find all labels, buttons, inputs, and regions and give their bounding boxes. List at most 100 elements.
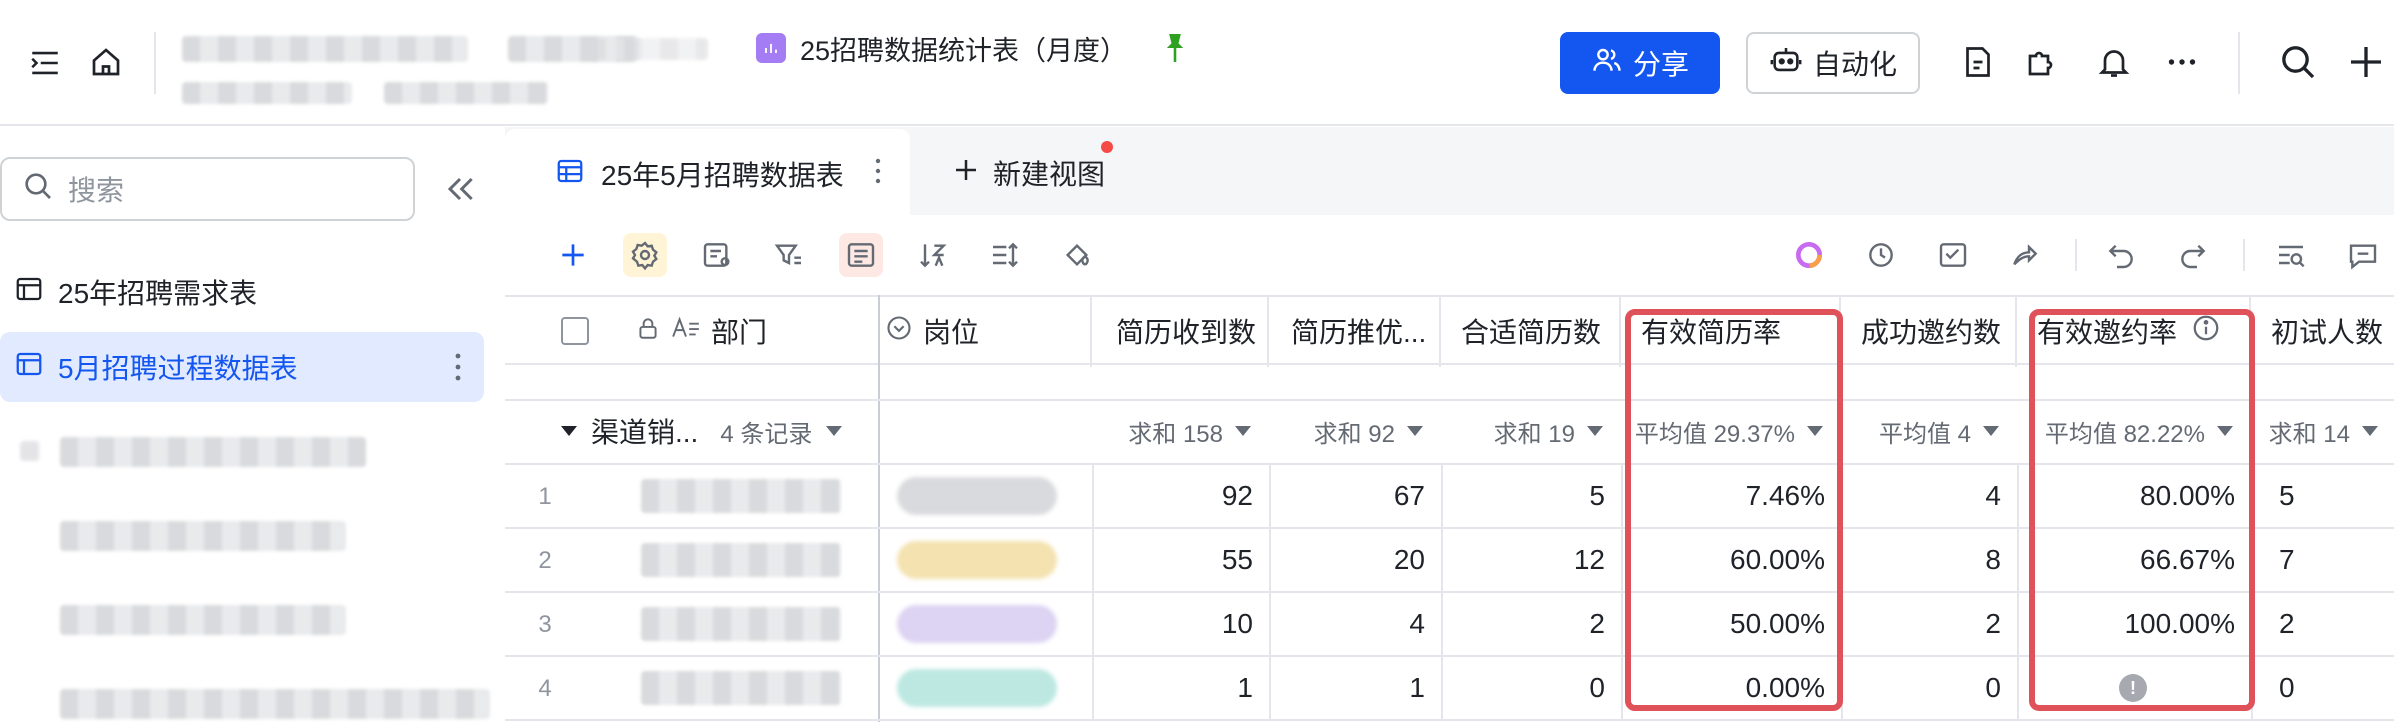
header-position[interactable]: 岗位 bbox=[885, 313, 979, 349]
cell-resume-recommended[interactable]: 4 bbox=[1269, 593, 1439, 657]
cell-value: 92 bbox=[1221, 480, 1253, 511]
plus-icon[interactable] bbox=[2346, 42, 2386, 82]
automation-button[interactable]: 自动化 bbox=[1746, 32, 1920, 94]
summary-valid-resume-rate[interactable]: 平均值 29.37% bbox=[1621, 399, 1839, 463]
cell-valid-resume-rate[interactable]: 7.46% bbox=[1621, 465, 1839, 529]
cell-valid-invite-rate[interactable]: 66.67% bbox=[2017, 529, 2249, 593]
collapse-group-icon[interactable] bbox=[561, 426, 577, 436]
cell-successful-invites[interactable]: 0 bbox=[1841, 657, 2015, 721]
doc-title: 25招聘数据统计表（月度） bbox=[800, 35, 1128, 66]
cell-first-interview[interactable]: 0 bbox=[2251, 657, 2394, 721]
summary-first-interview[interactable]: 求和 14 bbox=[2251, 399, 2394, 463]
file-icon[interactable] bbox=[1960, 44, 1996, 80]
header-valid-resume-rate[interactable]: 有效简历率 bbox=[1637, 313, 1781, 349]
gear-icon[interactable] bbox=[623, 233, 667, 277]
sidebar-item-may-recruit-process[interactable]: 5月招聘过程数据表 bbox=[0, 332, 484, 402]
header-suitable-resume[interactable]: 合适简历数 bbox=[1457, 313, 1601, 349]
cell-resume-recommended[interactable]: 67 bbox=[1269, 465, 1439, 529]
summary-successful-invites[interactable]: 平均值 4 bbox=[1841, 399, 2015, 463]
cell-first-interview[interactable]: 5 bbox=[2251, 465, 2394, 529]
redo-icon[interactable] bbox=[2171, 233, 2215, 277]
add-record-icon[interactable] bbox=[551, 233, 595, 277]
cell-resume-received[interactable]: 10 bbox=[1092, 593, 1267, 657]
group-header[interactable]: 渠道销... 4 条记录 bbox=[561, 399, 843, 463]
warning-icon[interactable]: ! bbox=[2119, 674, 2147, 702]
header-valid-invite-rate[interactable]: 有效邀约率 bbox=[2033, 313, 2221, 349]
doc-title-area[interactable]: 25招聘数据统计表（月度） bbox=[756, 26, 1189, 70]
summary-resume-recommended[interactable]: 求和 92 bbox=[1269, 399, 1439, 463]
share-form-icon[interactable] bbox=[2003, 233, 2047, 277]
search-records-icon[interactable] bbox=[2269, 233, 2313, 277]
cell-valid-invite-rate[interactable]: 100.00% bbox=[2017, 593, 2249, 657]
col-divider bbox=[1619, 295, 1621, 367]
tab-may-recruit-data[interactable]: 25年5月招聘数据表 bbox=[505, 129, 910, 219]
checkbox-list-icon[interactable] bbox=[1931, 233, 1975, 277]
pin-icon[interactable] bbox=[1161, 31, 1189, 65]
row-height-icon[interactable] bbox=[983, 233, 1027, 277]
filter-icon[interactable] bbox=[767, 233, 811, 277]
ai-assistant-icon[interactable] bbox=[1787, 233, 1831, 277]
cell-resume-received[interactable]: 55 bbox=[1092, 529, 1267, 593]
sidebar: 搜索 25年招聘需求表 5月招聘过程数据表 bbox=[0, 127, 505, 722]
notification-dot bbox=[1101, 141, 1113, 153]
cell-valid-resume-rate[interactable]: 60.00% bbox=[1621, 529, 1839, 593]
cell-successful-invites[interactable]: 8 bbox=[1841, 529, 2015, 593]
comment-icon[interactable] bbox=[2341, 233, 2385, 277]
cell-value: 0 bbox=[2279, 672, 2295, 703]
cell-first-interview[interactable]: 7 bbox=[2251, 529, 2394, 593]
search-input[interactable]: 搜索 bbox=[0, 157, 415, 221]
cell-value: 10 bbox=[1221, 608, 1253, 639]
select-all-checkbox[interactable] bbox=[561, 317, 589, 345]
cell-suitable-resume[interactable]: 0 bbox=[1441, 657, 1619, 721]
fill-color-icon[interactable] bbox=[1055, 233, 1099, 277]
search-icon[interactable] bbox=[2278, 42, 2318, 82]
cell-successful-invites[interactable]: 2 bbox=[1841, 593, 2015, 657]
cell-resume-received[interactable]: 92 bbox=[1092, 465, 1267, 529]
cell-suitable-resume[interactable]: 5 bbox=[1441, 465, 1619, 529]
plus-icon bbox=[951, 155, 981, 192]
header-resume-recommended[interactable]: 简历推优... bbox=[1287, 313, 1426, 349]
group-icon[interactable] bbox=[839, 233, 883, 277]
position-tag[interactable] bbox=[897, 669, 1057, 707]
position-tag[interactable] bbox=[897, 541, 1057, 579]
plugin-icon[interactable] bbox=[2024, 44, 2060, 80]
new-view-button[interactable]: 新建视图 bbox=[951, 149, 1105, 197]
header-resume-received[interactable]: 简历收到数 bbox=[1110, 313, 1256, 349]
field-settings-icon[interactable] bbox=[695, 233, 739, 277]
summary-resume-received[interactable]: 求和 158 bbox=[1092, 399, 1267, 463]
position-tag[interactable] bbox=[897, 605, 1057, 643]
home-icon[interactable] bbox=[88, 44, 124, 80]
cell-resume-recommended[interactable]: 1 bbox=[1269, 657, 1439, 721]
cell-valid-resume-rate[interactable]: 0.00% bbox=[1621, 657, 1839, 721]
position-tag[interactable] bbox=[897, 477, 1057, 515]
cell-suitable-resume[interactable]: 12 bbox=[1441, 529, 1619, 593]
history-icon[interactable] bbox=[1859, 233, 1903, 277]
cell-first-interview[interactable]: 2 bbox=[2251, 593, 2394, 657]
undo-icon[interactable] bbox=[2099, 233, 2143, 277]
header-successful-invites[interactable]: 成功邀约数 bbox=[1857, 313, 2001, 349]
collapse-sidebar-icon[interactable] bbox=[440, 169, 480, 209]
share-button[interactable]: 分享 bbox=[1560, 32, 1720, 94]
cell-valid-invite-rate[interactable]: ! bbox=[2017, 657, 2249, 721]
more-vertical-icon[interactable] bbox=[454, 350, 462, 384]
info-icon[interactable] bbox=[2191, 313, 2221, 350]
header-department[interactable]: 部门 bbox=[635, 313, 767, 349]
cell-value: 5 bbox=[2279, 480, 2295, 511]
chevron-down-icon[interactable] bbox=[826, 426, 843, 436]
summary-suitable-resume[interactable]: 求和 19 bbox=[1441, 399, 1619, 463]
summary-valid-invite-rate[interactable]: 平均值 82.22% bbox=[2017, 399, 2249, 463]
header-first-interview[interactable]: 初试人数 bbox=[2267, 313, 2383, 349]
cell-valid-resume-rate[interactable]: 50.00% bbox=[1621, 593, 1839, 657]
bell-icon[interactable] bbox=[2096, 44, 2132, 80]
cell-resume-received[interactable]: 1 bbox=[1092, 657, 1267, 721]
sidebar-toggle-icon[interactable] bbox=[28, 46, 62, 80]
cell-resume-recommended[interactable]: 20 bbox=[1269, 529, 1439, 593]
sort-icon[interactable] bbox=[911, 233, 955, 277]
cell-valid-invite-rate[interactable]: 80.00% bbox=[2017, 465, 2249, 529]
sidebar-item-recruit-demand[interactable]: 25年招聘需求表 bbox=[0, 257, 484, 327]
more-vertical-icon[interactable] bbox=[874, 156, 882, 193]
search-placeholder: 搜索 bbox=[68, 175, 125, 206]
cell-successful-invites[interactable]: 4 bbox=[1841, 465, 2015, 529]
cell-suitable-resume[interactable]: 2 bbox=[1441, 593, 1619, 657]
more-icon[interactable] bbox=[2164, 44, 2200, 80]
